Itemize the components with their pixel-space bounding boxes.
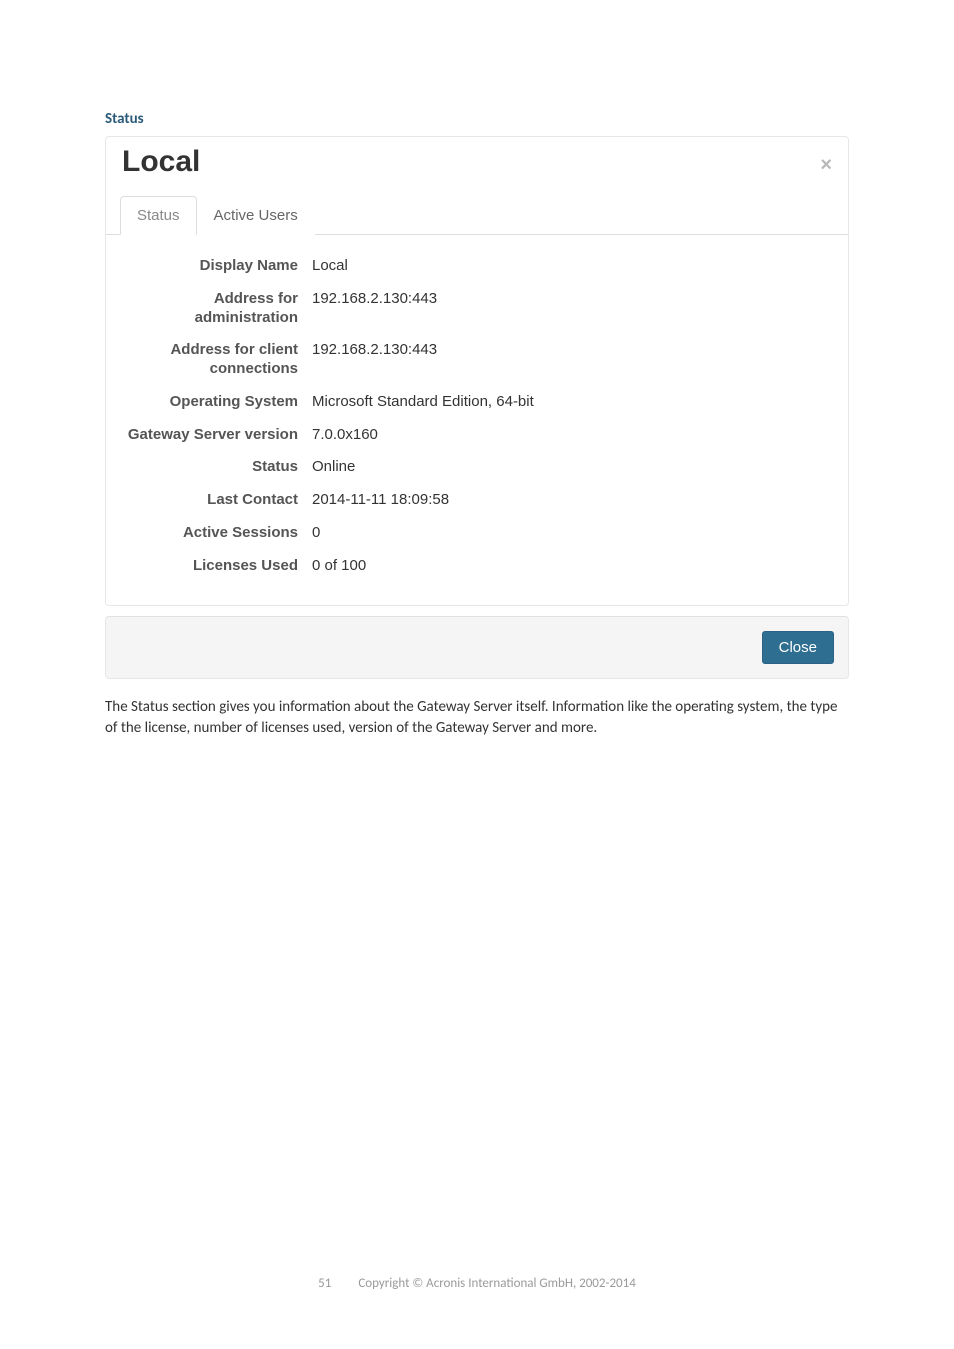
label: Operating System	[120, 389, 306, 416]
row-gateway-version: Gateway Server version 7.0.0x160	[120, 422, 834, 449]
label: Address for client connections	[120, 337, 306, 383]
value: 0 of 100	[306, 553, 366, 580]
value: 192.168.2.130:443	[306, 286, 437, 313]
body-paragraph: The Status section gives you information…	[105, 697, 849, 738]
dialog-title: Local	[122, 145, 832, 179]
copyright: Copyright © Acronis International GmbH, …	[358, 1276, 636, 1291]
tab-strip: Status Active Users	[106, 183, 848, 235]
label: Status	[120, 454, 306, 481]
label: Display Name	[120, 253, 306, 280]
row-display-name: Display Name Local	[120, 253, 834, 280]
row-licenses-used: Licenses Used 0 of 100	[120, 553, 834, 580]
row-status: Status Online	[120, 454, 834, 481]
tab-active-users[interactable]: Active Users	[197, 196, 315, 235]
value: 2014-11-11 18:09:58	[306, 487, 449, 514]
dialog-footer: Close	[105, 616, 849, 679]
status-list: Display Name Local Address for administr…	[106, 253, 848, 605]
row-active-sessions: Active Sessions 0	[120, 520, 834, 547]
value: 0	[306, 520, 320, 547]
value: Local	[306, 253, 348, 280]
row-address-admin: Address for administration 192.168.2.130…	[120, 286, 834, 332]
value: Microsoft Standard Edition, 64-bit	[306, 389, 534, 416]
label: Address for administration	[120, 286, 306, 332]
page-number: 51	[318, 1276, 331, 1291]
value: 192.168.2.130:443	[306, 337, 437, 364]
label: Active Sessions	[120, 520, 306, 547]
section-heading: Status	[105, 110, 849, 128]
row-address-client: Address for client connections 192.168.2…	[120, 337, 834, 383]
label: Last Contact	[120, 487, 306, 514]
close-icon[interactable]: ×	[820, 155, 832, 175]
label: Licenses Used	[120, 553, 306, 580]
dialog-header: Local ×	[106, 137, 848, 183]
value: 7.0.0x160	[306, 422, 378, 449]
label: Gateway Server version	[120, 422, 306, 449]
status-dialog: Local × Status Active Users Display Name…	[105, 136, 849, 606]
row-last-contact: Last Contact 2014-11-11 18:09:58	[120, 487, 834, 514]
row-operating-system: Operating System Microsoft Standard Edit…	[120, 389, 834, 416]
close-button[interactable]: Close	[762, 631, 834, 664]
value: Online	[306, 454, 355, 481]
tab-status[interactable]: Status	[120, 196, 197, 235]
page-footer: 51 Copyright © Acronis International Gmb…	[0, 1276, 954, 1291]
